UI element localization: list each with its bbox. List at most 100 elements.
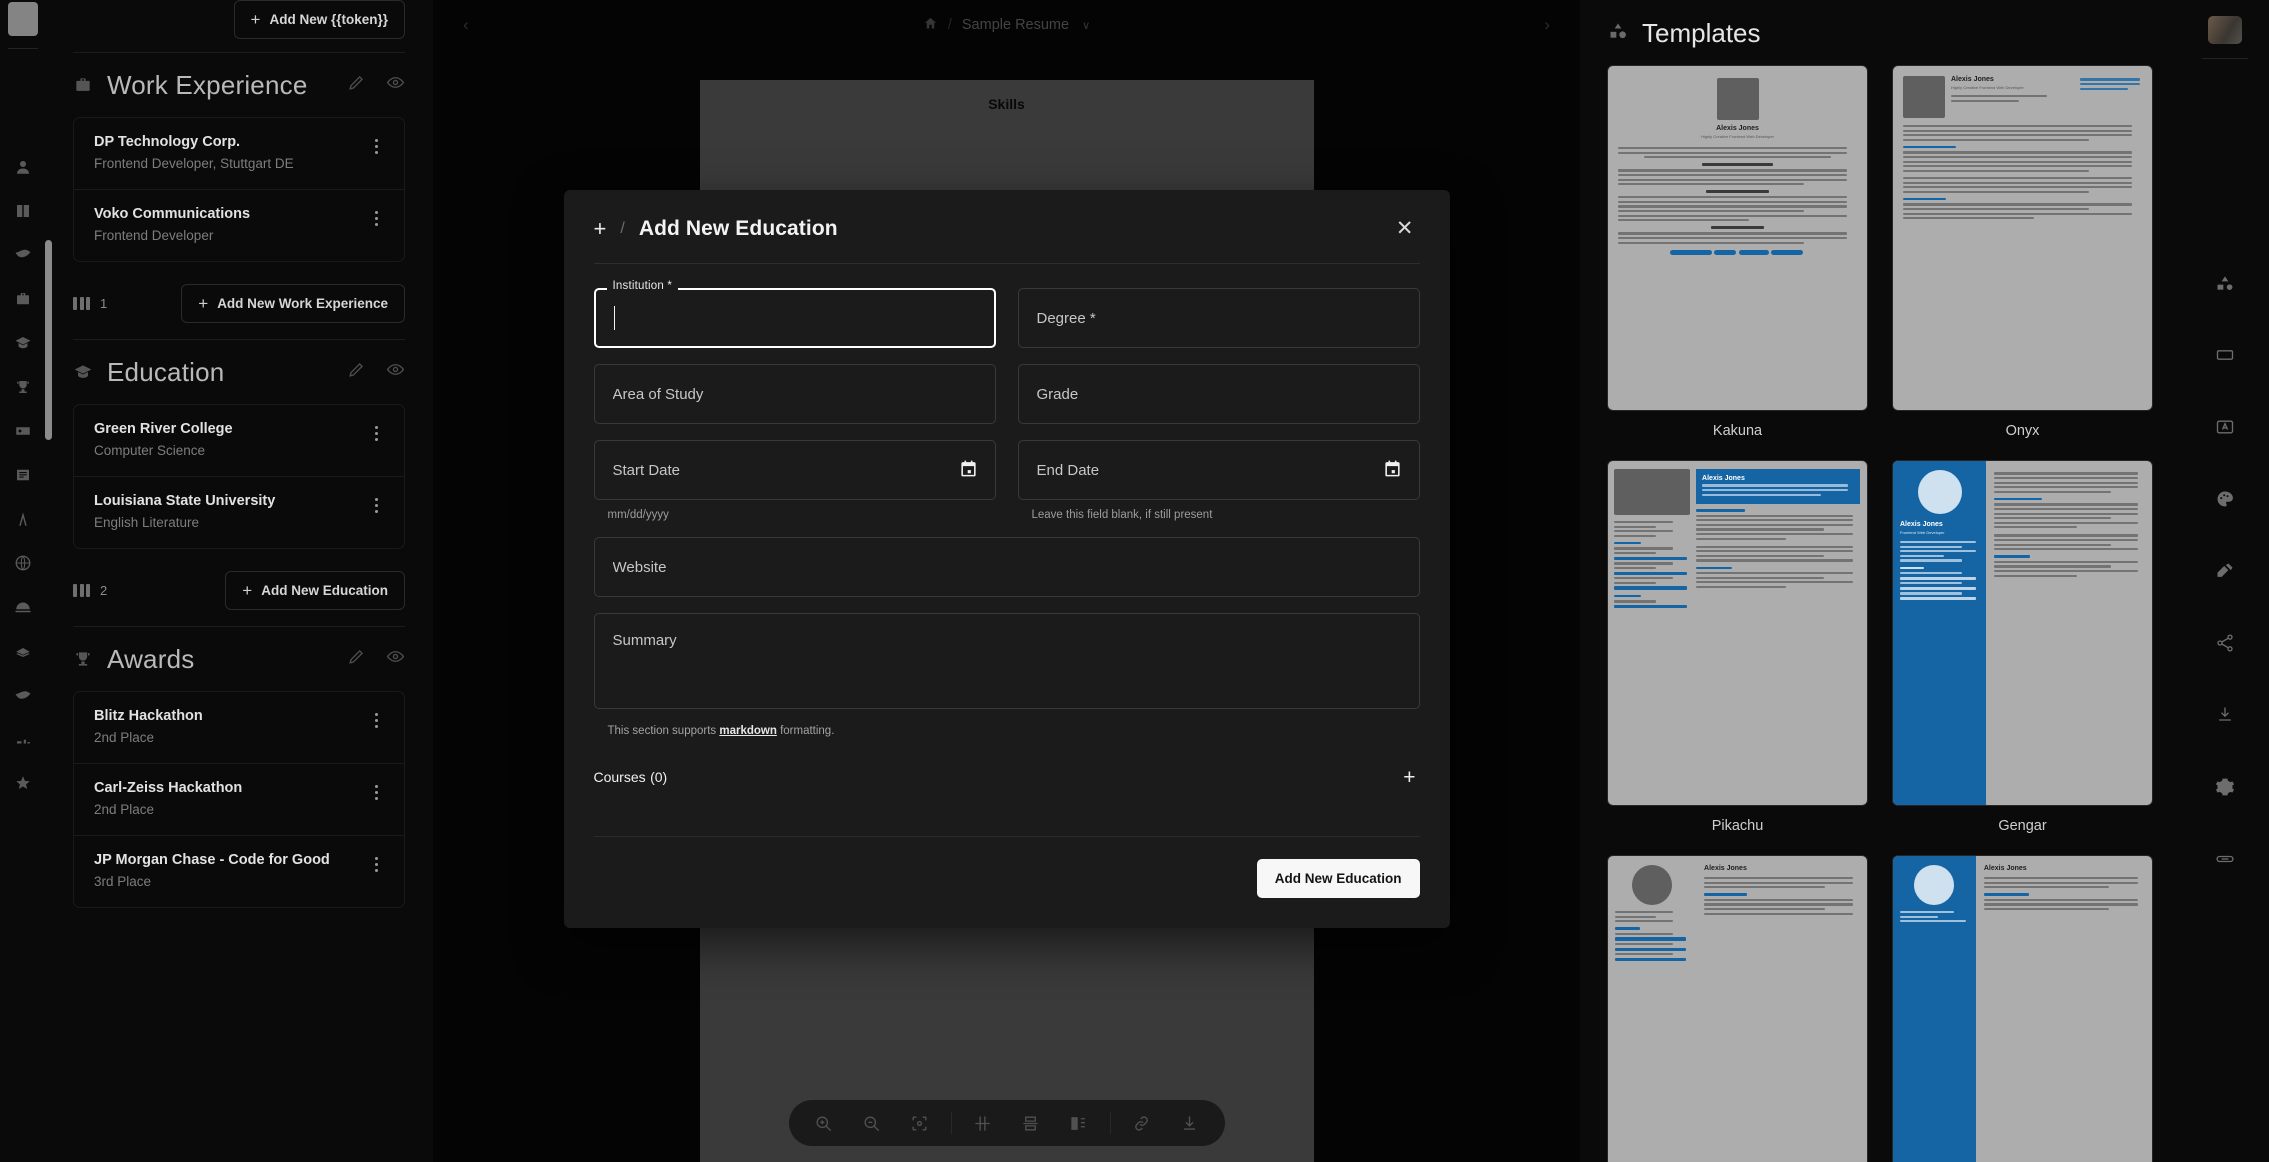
more-vertical-icon[interactable] [369, 206, 384, 231]
user-avatar[interactable] [2207, 16, 2242, 44]
template-thumbnail[interactable]: Alexis Jones [1608, 856, 1867, 1162]
markdown-note-suffix: formatting. [776, 725, 835, 737]
template-icon[interactable] [2180, 247, 2269, 319]
resume-thumbnail-mini[interactable] [7, 2, 38, 36]
calendar-icon[interactable] [1383, 459, 1402, 483]
profile-icon[interactable] [0, 145, 45, 189]
eye-icon[interactable] [386, 73, 405, 97]
grade-input[interactable] [1017, 364, 1420, 424]
template-card[interactable]: Alexis Jones Highly Creative Frontend We… [1608, 66, 1867, 439]
add-course-button[interactable]: + [1399, 767, 1419, 788]
website-input[interactable] [593, 537, 1420, 597]
template-thumbnail[interactable]: Alexis Jones Highly Creative Frontend We… [1893, 66, 2152, 410]
template-card[interactable]: Alexis Jones Highly Creative Frontend We… [1893, 66, 2152, 439]
add-new-work-experience-button[interactable]: + Add New Work Experience [181, 284, 405, 323]
avatar [1632, 865, 1673, 905]
eye-icon[interactable] [386, 647, 405, 671]
typography-icon[interactable] [2180, 391, 2269, 463]
page-icon[interactable] [2180, 535, 2269, 607]
add-new-token-button[interactable]: + Add New {{token}} [233, 0, 405, 39]
certificate-icon[interactable] [0, 409, 45, 453]
layout-icon[interactable] [2180, 319, 2269, 391]
sharing-icon[interactable] [2180, 607, 2269, 679]
resume-role: Highly Creative Frontend Web Developer [1951, 85, 2024, 90]
avatar [1917, 470, 1962, 514]
section-title: Awards [107, 643, 195, 674]
template-card[interactable]: Alexis Jones [1608, 856, 1867, 1162]
sidebar-scroll-thumb[interactable] [45, 240, 52, 440]
item-subtitle: Frontend Developer [94, 228, 214, 243]
degree-field-wrapper [1017, 288, 1420, 348]
language-icon[interactable] [0, 541, 45, 585]
degree-input[interactable] [1017, 288, 1420, 348]
right-icon-rail [2180, 0, 2269, 1162]
list-item[interactable]: Carl-Zeiss Hackathon 2nd Place [74, 764, 404, 836]
item-title: Voko Communications [94, 206, 251, 222]
avatar [1716, 78, 1759, 120]
add-new-education-button[interactable]: + Add New Education [225, 571, 405, 610]
publication-icon[interactable] [0, 453, 45, 497]
left-sidebar: + Add New {{token}} Work Experience DP T… [45, 0, 433, 1162]
plus-icon: + [242, 581, 253, 600]
submit-add-new-education-button[interactable]: Add New Education [1256, 859, 1420, 898]
skills-icon[interactable] [0, 497, 45, 541]
area-of-study-input[interactable] [593, 364, 996, 424]
theme-icon[interactable] [2180, 463, 2269, 535]
start-date-input[interactable] [593, 440, 996, 500]
templates-grid: Alexis Jones Highly Creative Frontend We… [1608, 66, 2152, 1162]
work-experience-list: DP Technology Corp. Frontend Developer, … [73, 117, 405, 262]
end-date-input[interactable] [1017, 440, 1420, 500]
more-vertical-icon[interactable] [369, 134, 384, 159]
list-item[interactable]: Louisiana State University English Liter… [74, 477, 404, 548]
link-icon[interactable] [2180, 823, 2269, 895]
institution-input[interactable] [593, 288, 996, 348]
markdown-note-prefix: This section supports [607, 725, 720, 737]
resume-role: Highly Creative Frontend Web Developer [1701, 134, 1774, 139]
briefcase-icon[interactable] [0, 277, 45, 321]
pencil-icon[interactable] [347, 73, 366, 97]
reference-icon[interactable] [0, 673, 45, 717]
more-vertical-icon[interactable] [369, 780, 384, 805]
count-value: 1 [100, 296, 108, 311]
summary-textarea[interactable] [593, 613, 1420, 709]
more-vertical-icon[interactable] [369, 852, 384, 877]
list-item[interactable]: Voko Communications Frontend Developer [74, 190, 404, 261]
sidebar-scrollbar[interactable] [45, 0, 52, 1162]
interests-icon[interactable] [0, 585, 45, 629]
eye-icon[interactable] [386, 360, 405, 384]
education-count: 2 [73, 583, 107, 598]
item-subtitle: Frontend Developer, Stuttgart DE [94, 156, 294, 171]
more-vertical-icon[interactable] [369, 708, 384, 733]
volunteer-icon[interactable] [0, 629, 45, 673]
settings-icon[interactable] [2180, 751, 2269, 823]
basics-icon[interactable] [0, 189, 45, 233]
summary-icon[interactable] [0, 233, 45, 277]
list-item[interactable]: DP Technology Corp. Frontend Developer, … [74, 118, 404, 190]
text-caret [613, 306, 615, 330]
trophy-icon[interactable] [0, 365, 45, 409]
template-thumbnail[interactable]: Alexis Jones [1893, 856, 2152, 1162]
template-card[interactable]: Alexis Jones [1893, 856, 2152, 1162]
item-subtitle: 2nd Place [94, 730, 155, 745]
pencil-icon[interactable] [347, 647, 366, 671]
calendar-icon[interactable] [959, 459, 978, 483]
template-thumbnail[interactable]: Alexis Jones [1608, 461, 1867, 805]
template-card[interactable]: Alexis Jones Pikachu [1608, 461, 1867, 834]
template-card[interactable]: Alexis Jones Frontend Web Developer Geng… [1893, 461, 2152, 834]
pencil-icon[interactable] [347, 360, 366, 384]
template-thumbnail[interactable]: Alexis Jones Frontend Web Developer [1893, 461, 2152, 805]
list-item[interactable]: Green River College Computer Science [74, 405, 404, 477]
custom-icon[interactable] [0, 761, 45, 805]
close-icon[interactable]: ✕ [1390, 216, 1420, 241]
education-icon[interactable] [0, 321, 45, 365]
list-item[interactable]: Blitz Hackathon 2nd Place [74, 692, 404, 764]
list-item[interactable]: JP Morgan Chase - Code for Good 3rd Plac… [74, 836, 404, 907]
columns-icon [73, 297, 90, 310]
more-vertical-icon[interactable] [369, 421, 384, 446]
markdown-link[interactable]: markdown [719, 725, 777, 737]
project-icon[interactable] [0, 717, 45, 761]
template-thumbnail[interactable]: Alexis Jones Highly Creative Frontend We… [1608, 66, 1867, 410]
export-icon[interactable] [2180, 679, 2269, 751]
more-vertical-icon[interactable] [369, 493, 384, 518]
item-title: JP Morgan Chase - Code for Good [94, 852, 330, 868]
